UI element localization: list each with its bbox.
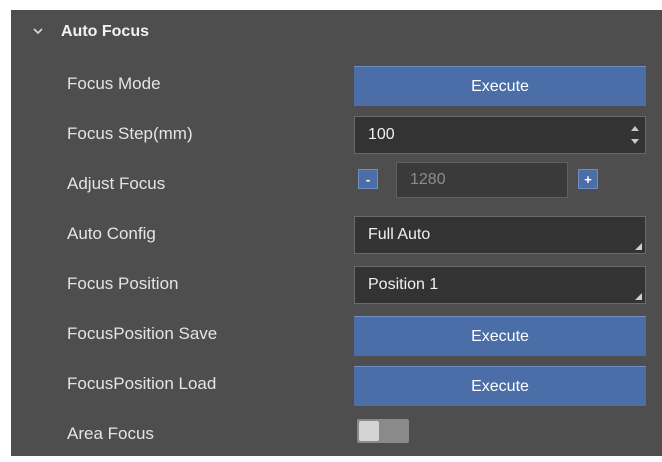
section-header-auto-focus[interactable]: Auto Focus xyxy=(11,10,662,57)
row-focus-position-load: FocusPosition Load Execute xyxy=(11,362,662,412)
increment-button[interactable]: + xyxy=(578,169,598,189)
row-focus-mode: Focus Mode Execute xyxy=(11,62,662,112)
focus-mode-label: Focus Mode xyxy=(67,74,161,93)
spin-arrows-icon[interactable] xyxy=(630,121,640,149)
row-focus-position: Focus Position Position 1 xyxy=(11,262,662,312)
focus-position-save-label: FocusPosition Save xyxy=(67,324,218,343)
row-focus-position-save: FocusPosition Save Execute xyxy=(11,312,662,362)
section-title: Auto Focus xyxy=(61,23,149,40)
focus-position-load-execute-button[interactable]: Execute xyxy=(354,366,646,406)
row-auto-config: Auto Config Full Auto xyxy=(11,212,662,262)
focus-position-save-execute-button[interactable]: Execute xyxy=(354,316,646,356)
row-adjust-focus: Adjust Focus - 1280 + xyxy=(11,162,662,212)
focus-step-value: 100 xyxy=(368,126,395,143)
focus-position-label: Focus Position xyxy=(67,274,179,293)
auto-config-value: Full Auto xyxy=(368,226,431,243)
focus-position-value: Position 1 xyxy=(368,276,439,293)
auto-focus-panel: Auto Focus Focus Mode Execute Focus Step… xyxy=(11,10,662,456)
row-focus-step: Focus Step(mm) 100 xyxy=(11,112,662,162)
area-focus-label: Area Focus xyxy=(67,424,154,443)
chevron-down-icon[interactable] xyxy=(31,24,45,38)
auto-config-select[interactable]: Full Auto xyxy=(354,216,646,254)
focus-position-select[interactable]: Position 1 xyxy=(354,266,646,304)
dropdown-corner-icon xyxy=(635,243,642,250)
decrement-button[interactable]: - xyxy=(358,169,378,189)
focus-position-load-label: FocusPosition Load xyxy=(67,374,217,393)
dropdown-corner-icon xyxy=(635,293,642,300)
focus-step-input[interactable]: 100 xyxy=(354,116,646,154)
focus-step-label: Focus Step(mm) xyxy=(67,124,193,143)
auto-config-label: Auto Config xyxy=(67,224,156,243)
focus-mode-execute-button[interactable]: Execute xyxy=(354,66,646,106)
adjust-focus-label: Adjust Focus xyxy=(67,174,166,193)
area-focus-toggle[interactable] xyxy=(357,419,409,443)
adjust-focus-input[interactable]: 1280 xyxy=(396,162,568,198)
row-area-focus: Area Focus xyxy=(11,412,662,462)
adjust-focus-value: 1280 xyxy=(410,171,446,188)
toggle-knob xyxy=(359,421,379,441)
